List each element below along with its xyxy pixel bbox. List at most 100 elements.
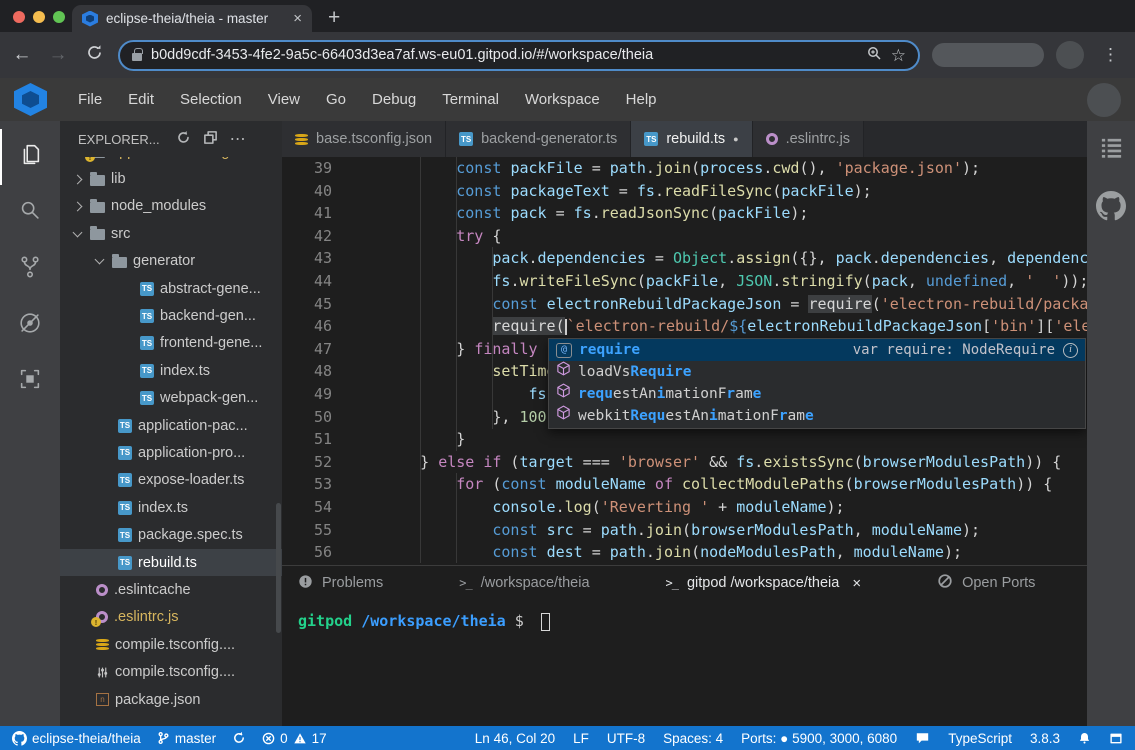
tree-item-lib[interactable]: lib [60, 165, 282, 192]
panel-tab-gitpod-workspace-theia[interactable]: >_gitpod /workspace/theia× [666, 575, 862, 592]
tree-item-src[interactable]: src [60, 220, 282, 247]
tree-item-compile.tsconfig....[interactable]: compile.tsconfig.... [60, 631, 282, 658]
menu-view[interactable]: View [255, 91, 313, 108]
source-control-icon [17, 254, 43, 285]
tree-item-backend-gen...[interactable]: TSbackend-gen... [60, 302, 282, 329]
editor-tab-base.tsconfig.json[interactable]: base.tsconfig.json [282, 121, 446, 157]
menu-help[interactable]: Help [613, 91, 670, 108]
new-tab-button[interactable]: + [328, 7, 340, 28]
right-bar-outline[interactable] [1099, 135, 1124, 165]
url-text[interactable]: b0dd9cdf-3453-4fe2-9a5c-66403d3ea7af.ws-… [151, 47, 857, 63]
status-cursor-position[interactable]: Ln 46, Col 20 [475, 731, 555, 746]
suggest-item[interactable]: loadVsRequire [549, 361, 1085, 383]
back-icon[interactable]: ← [10, 44, 34, 66]
status-panel-toggle[interactable] [1109, 732, 1123, 745]
editor-tab-backend-generator.ts[interactable]: TSbackend-generator.ts [446, 121, 631, 157]
right-bar-github[interactable] [1096, 191, 1126, 226]
menu-debug[interactable]: Debug [359, 91, 429, 108]
menu-go[interactable]: Go [313, 91, 359, 108]
file-tree: !application-manag...libnode_modulessrcg… [60, 157, 282, 726]
more-icon[interactable]: ⋯ [230, 129, 246, 149]
tree-item-generator[interactable]: generator [60, 248, 282, 275]
menu-workspace[interactable]: Workspace [512, 91, 613, 108]
minimize-window-button[interactable] [33, 11, 45, 23]
account-avatar[interactable] [1087, 83, 1121, 117]
status-encoding[interactable]: UTF-8 [607, 731, 645, 746]
status-github-repo[interactable]: eclipse-theia/theia [12, 731, 141, 746]
panel-tab-problems[interactable]: Problems [298, 574, 383, 593]
editor-tab-.eslintrc.js[interactable]: .eslintrc.js [753, 121, 864, 157]
editor-tab-rebuild.ts[interactable]: TSrebuild.ts● [631, 121, 752, 157]
code-editor[interactable]: 39 const packFile = path.join(process.cw… [282, 157, 1087, 565]
collapse-all-icon[interactable] [203, 130, 218, 148]
tree-item-index.ts[interactable]: TSindex.ts [60, 357, 282, 384]
status-ts-version[interactable]: 3.8.3 [1030, 731, 1060, 746]
menu-file[interactable]: File [65, 91, 115, 108]
activity-debug-off[interactable] [0, 297, 60, 353]
browser-profile-avatar[interactable] [1056, 41, 1084, 69]
menu-selection[interactable]: Selection [167, 91, 255, 108]
suggest-item[interactable]: @requirevar require: NodeRequirei [549, 339, 1085, 361]
tree-item-.eslintcache[interactable]: .eslintcache [60, 576, 282, 603]
forward-icon[interactable]: → [46, 44, 70, 66]
tree-item-frontend-gene...[interactable]: TSfrontend-gene... [60, 330, 282, 357]
close-icon[interactable]: × [852, 575, 861, 592]
menu-terminal[interactable]: Terminal [429, 91, 512, 108]
tree-item-.eslintrc.js[interactable]: !.eslintrc.js [60, 604, 282, 631]
tree-item-package.json[interactable]: npackage.json [60, 686, 282, 713]
activity-files[interactable] [0, 129, 60, 185]
tree-item-expose-loader.ts[interactable]: TSexpose-loader.ts [60, 467, 282, 494]
terminal[interactable]: gitpod /workspace/theia $ [282, 600, 1087, 631]
close-window-button[interactable] [13, 11, 25, 23]
tree-item-application-manag...[interactable]: !application-manag... [60, 157, 282, 165]
chevron-down-icon [73, 227, 83, 237]
tree-item-index.ts[interactable]: TSindex.ts [60, 494, 282, 521]
status-language-mode[interactable]: TypeScript [948, 731, 1012, 746]
refresh-icon[interactable] [176, 130, 191, 148]
bookmark-star-icon[interactable]: ☆ [891, 47, 906, 64]
tab-close-icon[interactable]: × [293, 11, 302, 26]
tree-item-node-modules[interactable]: node_modules [60, 193, 282, 220]
maximize-window-button[interactable] [53, 11, 65, 23]
status-sync[interactable] [232, 731, 246, 745]
reload-icon[interactable] [82, 44, 106, 67]
code-line: 40 const packageText = fs.readFileSync(p… [282, 180, 1087, 203]
activity-search[interactable] [0, 185, 60, 241]
editor-tab-label: backend-generator.ts [481, 131, 617, 147]
browser-tab[interactable]: eclipse-theia/theia - master × [72, 5, 312, 32]
tree-item-package.spec.ts[interactable]: TSpackage.spec.ts [60, 521, 282, 548]
tree-item-application-pac...[interactable]: TSapplication-pac... [60, 412, 282, 439]
status-problems-summary[interactable]: 017 [262, 731, 327, 746]
tree-item-label: index.ts [138, 500, 188, 516]
tree-item-label: webpack-gen... [160, 390, 258, 406]
status-feedback[interactable] [915, 731, 930, 745]
status-notifications[interactable] [1078, 731, 1091, 745]
suggest-label: requestAnimationFrame [578, 383, 761, 406]
menu-edit[interactable]: Edit [115, 91, 167, 108]
status-git-branch[interactable]: master [157, 731, 216, 746]
status-eol[interactable]: LF [573, 731, 589, 746]
tree-item-compile.tsconfig....[interactable]: compile.tsconfig.... [60, 658, 282, 685]
tree-item-webpack-gen...[interactable]: TSwebpack-gen... [60, 385, 282, 412]
panel-tab-open-ports[interactable]: Open Ports [937, 573, 1035, 593]
info-icon[interactable]: i [1063, 343, 1078, 358]
browser-menu-icon[interactable]: ⋮ [1096, 45, 1125, 65]
tree-item-label: package.json [115, 692, 200, 708]
url-bar[interactable]: b0dd9cdf-3453-4fe2-9a5c-66403d3ea7af.ws-… [118, 40, 920, 71]
tree-item-label: rebuild.ts [138, 555, 197, 571]
activity-plugins[interactable] [0, 353, 60, 409]
activity-source-control[interactable] [0, 241, 60, 297]
bell-icon [1078, 731, 1091, 745]
suggest-item[interactable]: requestAnimationFrame [549, 383, 1085, 405]
status-indentation[interactable]: Spaces: 4 [663, 731, 723, 746]
zoom-icon[interactable] [866, 45, 882, 66]
tree-item-application-pro...[interactable]: TSapplication-pro... [60, 439, 282, 466]
gitpod-logo[interactable] [14, 83, 47, 116]
tree-item-label: abstract-gene... [160, 281, 261, 297]
tree-item-rebuild.ts[interactable]: TSrebuild.ts [60, 549, 282, 576]
tree-item-abstract-gene...[interactable]: TSabstract-gene... [60, 275, 282, 302]
suggest-item[interactable]: webkitRequestAnimationFrame [549, 406, 1085, 428]
panel-tab--workspace-theia[interactable]: >_/workspace/theia [459, 575, 589, 591]
status-ports[interactable]: Ports: ● 5900, 3000, 6080 [741, 731, 897, 746]
sidebar-scrollbar[interactable] [276, 503, 281, 633]
